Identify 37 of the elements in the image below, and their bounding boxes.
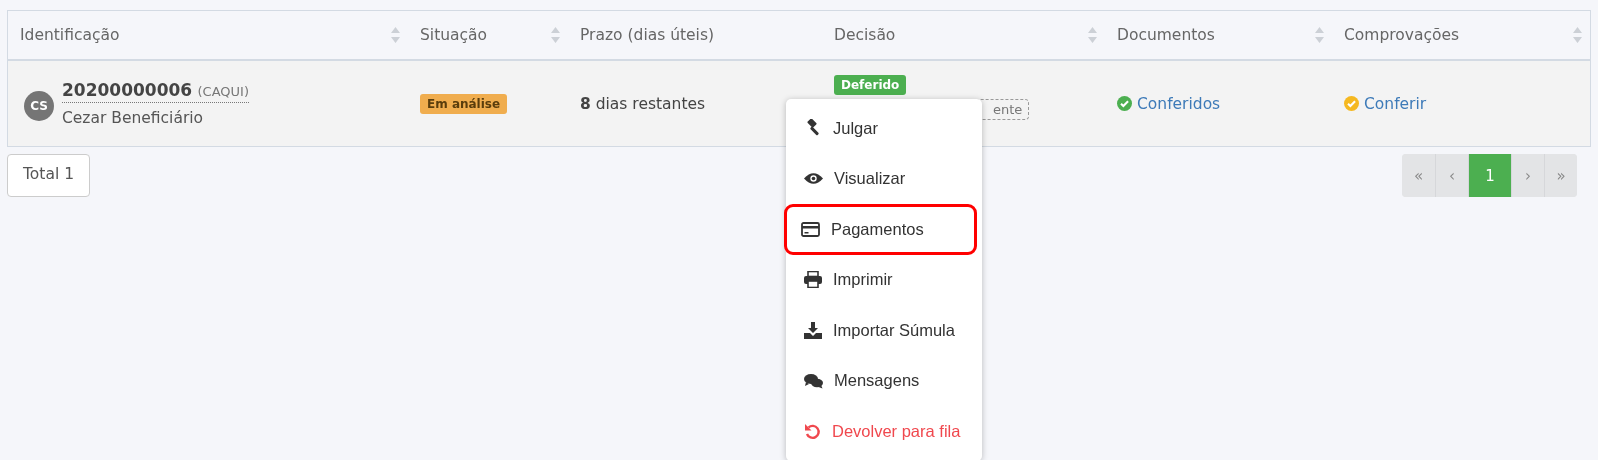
sort-icon[interactable] (1315, 27, 1324, 43)
deadline-text: 8 dias restantes (580, 94, 706, 113)
column-header[interactable]: Decisão (834, 26, 896, 44)
process-id[interactable]: 20200000006 (CAQUI) (62, 80, 249, 103)
column-header[interactable]: Comprovações (1344, 26, 1460, 44)
sort-icon[interactable] (1088, 27, 1097, 43)
total-count: Total 1 (7, 154, 90, 197)
column-header[interactable]: Prazo (dias úteis) (580, 26, 715, 44)
sort-icon[interactable] (391, 27, 400, 43)
page-button[interactable]: 1 (1468, 154, 1511, 197)
column-header[interactable]: Identificação (20, 26, 120, 44)
check-circle-icon (1117, 96, 1132, 111)
download-icon (804, 321, 822, 339)
check-circle-icon (1344, 96, 1359, 111)
decision-badge: Deferido (834, 75, 907, 95)
column-header[interactable]: Situação (420, 26, 488, 44)
gavel-icon (804, 119, 822, 138)
beneficiary-name: Cezar Beneficiário (62, 109, 205, 127)
chat-bubbles-icon (804, 372, 823, 389)
proofs-link[interactable]: Conferir (1344, 94, 1427, 113)
menu-item[interactable]: Visualizar (786, 153, 978, 204)
sort-icon[interactable] (551, 27, 560, 43)
status-badge: Em análise (420, 93, 508, 114)
avatar: CS (24, 90, 54, 121)
credit-card-icon (801, 221, 820, 237)
menu-item[interactable]: Devolver para fila (786, 406, 978, 457)
eye-icon (804, 172, 823, 186)
menu-item[interactable]: Mensagens (786, 355, 978, 406)
menu-item[interactable]: Imprimir (786, 254, 978, 305)
page-button[interactable]: » (1544, 154, 1577, 197)
documents-link[interactable]: Conferidos (1117, 94, 1221, 113)
printer-icon (804, 271, 822, 289)
undo-icon (804, 422, 821, 440)
sort-icon[interactable] (1573, 27, 1582, 43)
menu-item[interactable]: Importar Súmula (786, 305, 978, 356)
menu-item[interactable]: Pagamentos (784, 204, 977, 255)
column-header[interactable]: Documentos (1117, 26, 1215, 44)
